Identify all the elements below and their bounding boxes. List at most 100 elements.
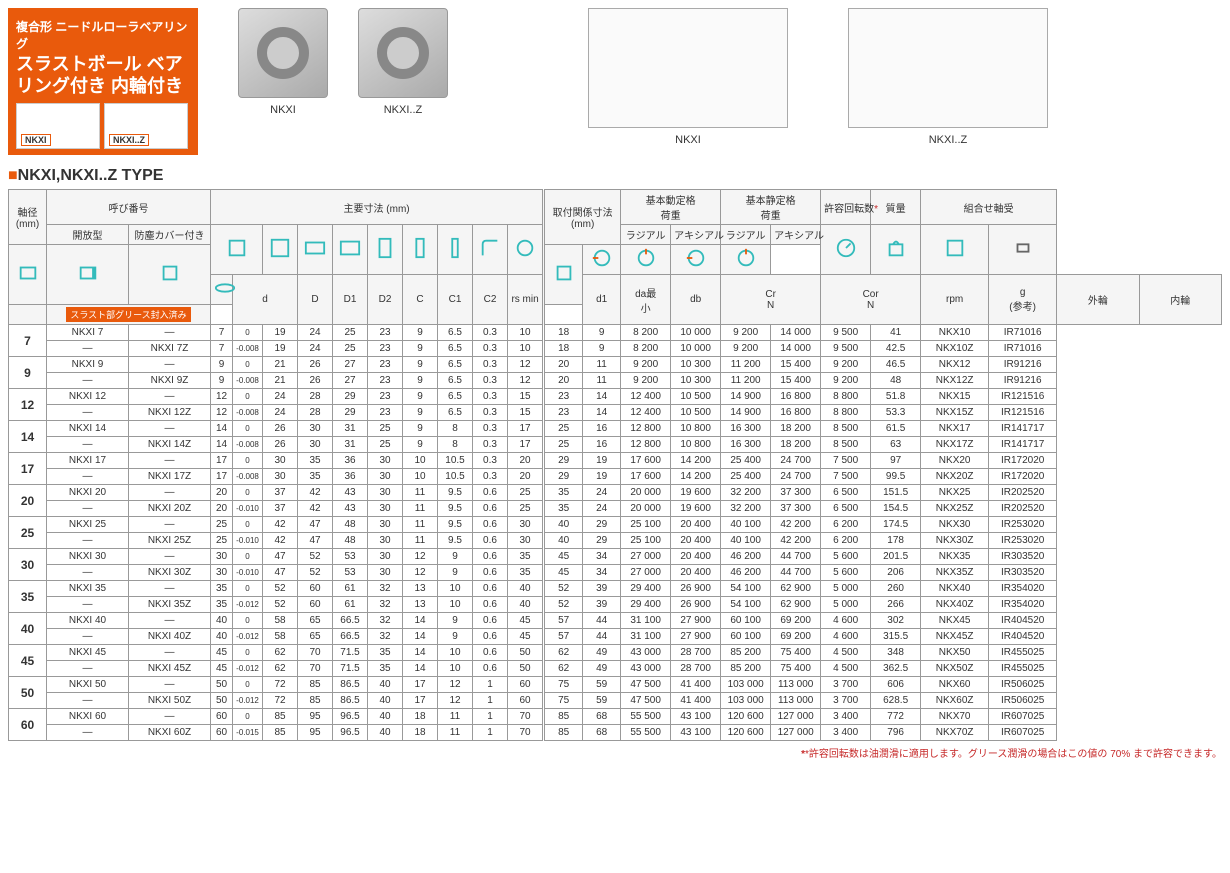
table-row: 14NKXI 14—14026303125980.317251612 80010… [9, 421, 1222, 437]
hdr-radial-dyn: ラジアル [621, 225, 671, 245]
table-row: 30NKXI 30—300475253301290.635453427 0002… [9, 549, 1222, 565]
dim-icon-D1 [298, 225, 333, 275]
spec-table: 軸径 (mm) 呼び番号 主要寸法 (mm) 取付関係寸法 (mm) 基本動定格… [8, 189, 1222, 741]
bearing-photo-icon [358, 8, 448, 98]
hdr-shaft: 軸径 (mm) [9, 190, 47, 245]
hdr-C1: C1 [438, 275, 473, 325]
hdr-d: d [233, 275, 298, 325]
product-image-nkxiz: NKXI..Z [358, 8, 448, 116]
product-images: NKXI NKXI..Z [238, 8, 448, 116]
icon-inner [989, 225, 1057, 275]
table-row: —NKXI 30Z30-0.010475253301290.635453427 … [9, 565, 1222, 581]
dim-icon-D2 [333, 225, 368, 275]
icon-db [545, 245, 583, 305]
hdr-shield: 防塵カバー付き [129, 225, 211, 245]
table-row: —NKXI 60Z60-0.015859596.5401811170856855… [9, 725, 1222, 741]
dim-icon-d1 [508, 225, 543, 275]
hdr-D: D [298, 275, 333, 325]
table-row: 60NKXI 60—600859596.5401811170856855 500… [9, 709, 1222, 725]
table-row: —NKXI 12Z12-0.0082428292396.50.315231412… [9, 405, 1222, 421]
dim-icon-D [263, 225, 298, 275]
hdr-Cr: Cr N [721, 275, 821, 325]
mini-diagrams: NKXI NKXI..Z [16, 103, 190, 149]
table-row: 12NKXI 12—1202428292396.50.315231412 400… [9, 389, 1222, 405]
icon-cor-axial [721, 245, 771, 275]
hdr-inner: 内輪 [1139, 275, 1221, 325]
tech-diagram-nkxiz: NKXI..Z [848, 8, 1048, 146]
table-row: —NKXI 7Z7-0.0081924252396.50.3101898 200… [9, 341, 1222, 357]
hdr-C2: C2 [473, 275, 508, 325]
hdr-designation: 呼び番号 [47, 190, 211, 225]
footnote: **許容回転数は油潤滑に適用します。グリース潤滑の場合はこの値の 70% まで許… [8, 745, 1222, 760]
hdr-C: C [403, 275, 438, 325]
table-row: —NKXI 20Z20-0.01037424330119.50.62535242… [9, 501, 1222, 517]
icon-da [129, 245, 211, 305]
table-row: —NKXI 25Z25-0.01042474830119.50.63040292… [9, 533, 1222, 549]
icon-cr-axial [621, 245, 671, 275]
hdr-combo: 組合せ軸受 [921, 190, 1057, 225]
table-row: —NKXI 14Z14-0.00826303125980.317251612 8… [9, 437, 1222, 453]
hdr-speed: 許容回転数* [821, 190, 871, 225]
hdr-da: da最 小 [621, 275, 671, 325]
hdr-mount-dim: 取付関係寸法 (mm) [545, 190, 621, 245]
badge-line1: 複合形 ニードルローラベアリング [16, 18, 190, 52]
icon-cr-radial [583, 245, 621, 275]
hdr-main-dim: 主要寸法 (mm) [211, 190, 543, 225]
hdr-db: db [671, 275, 721, 325]
bearing-photo-icon [238, 8, 328, 98]
hdr-g: g (参考) [989, 275, 1057, 325]
hdr-axial-dyn: アキシアル [671, 225, 721, 245]
table-row: 20NKXI 20—20037424330119.50.625352420 00… [9, 485, 1222, 501]
square-bullet-icon: ■ [8, 167, 18, 184]
icon-mass [871, 225, 921, 275]
table-row: —NKXI 35Z35-0.0125260613213100.640523929… [9, 597, 1222, 613]
dim-icon-C1 [403, 225, 438, 275]
table-row: —NKXI 9Z9-0.0082126272396.50.31220119 20… [9, 373, 1222, 389]
hdr-rsmin: rs min [508, 275, 543, 325]
hdr-mass: 質量 [871, 190, 921, 225]
table-row: 9NKXI 9—902126272396.50.31220119 20010 3… [9, 357, 1222, 373]
hdr-D2: D2 [368, 275, 403, 325]
hdr-open: 開放型 [47, 225, 129, 245]
category-badge: 複合形 ニードルローラベアリング スラストボール ベアリング付き 内輪付き NK… [8, 8, 198, 155]
cross-section-icon [588, 8, 788, 128]
icon-shield-type [47, 245, 129, 305]
icon-outer [921, 225, 989, 275]
table-row: 50NKXI 50—500728586.5401712160755947 500… [9, 677, 1222, 693]
table-row: 25NKXI 25—25042474830119.50.630402925 10… [9, 517, 1222, 533]
grease-note: スラスト部グリース封入済み [47, 305, 211, 325]
hdr-stat: 基本静定格 荷重 [721, 190, 821, 225]
table-row: 40NKXI 40—400586566.5321490.645574431 10… [9, 613, 1222, 629]
tech-diagram-nkxi: NKXI [588, 8, 788, 146]
hdr-d1: d1 [583, 275, 621, 325]
dim-icon-C [368, 225, 403, 275]
badge-line2: スラストボール ベアリング付き 内輪付き [16, 54, 190, 97]
hdr-Cor: Cor N [821, 275, 921, 325]
mini-diagram-nkxiz: NKXI..Z [104, 103, 188, 149]
hdr-radial-stat: ラジアル [721, 225, 771, 245]
table-head: 軸径 (mm) 呼び番号 主要寸法 (mm) 取付関係寸法 (mm) 基本動定格… [9, 190, 1222, 325]
table-row: —NKXI 45Z45-0.012627071.53514100.6506249… [9, 661, 1222, 677]
cross-section-icon [848, 8, 1048, 128]
technical-diagrams: NKXI NKXI..Z [588, 8, 1048, 146]
hdr-dyn: 基本動定格 荷重 [621, 190, 721, 225]
hdr-D1: D1 [333, 275, 368, 325]
table-row: 35NKXI 35—3505260613213100.640523929 400… [9, 581, 1222, 597]
hdr-rpm: rpm [921, 275, 989, 325]
hdr-outer: 外輪 [1057, 275, 1139, 325]
product-image-nkxi: NKXI [238, 8, 328, 116]
icon-cor-radial [671, 245, 721, 275]
table-row: —NKXI 50Z50-0.012728586.5401712160755947… [9, 693, 1222, 709]
icon-speed [821, 225, 871, 275]
table-row: 7NKXI 7—701924252396.50.3101898 20010 00… [9, 325, 1222, 341]
hdr-axial-stat: アキシアル [771, 225, 821, 245]
top-row: 複合形 ニードルローラベアリング スラストボール ベアリング付き 内輪付き NK… [8, 8, 1222, 155]
table-row: —NKXI 17Z17-0.008303536301010.50.3202919… [9, 469, 1222, 485]
icon-shaft [211, 275, 233, 305]
dim-icon-d [211, 225, 263, 275]
table-row: —NKXI 40Z40-0.012586566.5321490.64557443… [9, 629, 1222, 645]
table-row: 45NKXI 45—450627071.53514100.650624943 0… [9, 645, 1222, 661]
icon-open-type [9, 245, 47, 305]
type-heading: ■NKXI,NKXI..Z TYPE [8, 167, 1222, 185]
table-row: 17NKXI 17—170303536301010.50.320291917 6… [9, 453, 1222, 469]
